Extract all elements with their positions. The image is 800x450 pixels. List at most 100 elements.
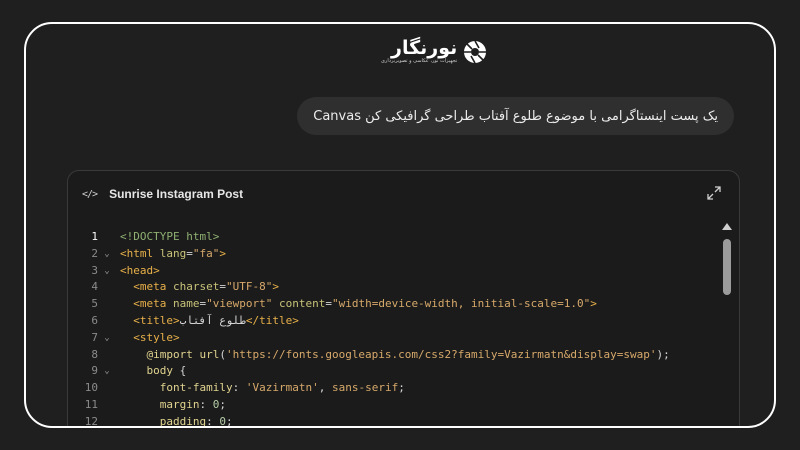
code-line[interactable]: 4 <meta charset="UTF-8"> — [68, 279, 709, 296]
line-number: 10 — [84, 381, 98, 395]
camera-aperture-icon — [464, 40, 487, 63]
code-line[interactable]: 1 <!DOCTYPE html> — [68, 229, 709, 246]
code-token: "fa" — [192, 246, 220, 260]
code-line[interactable]: 6 <title>طلوع آفتاب</title> — [68, 313, 709, 330]
line-number: 1 — [91, 230, 98, 243]
code-text: body { — [116, 363, 187, 380]
code-token: content — [278, 297, 326, 311]
expand-icon[interactable] — [707, 186, 721, 200]
code-token: { — [173, 364, 187, 378]
code-line[interactable]: 5 <meta name="viewport" content="width=d… — [68, 296, 709, 313]
line-number: 8 — [91, 347, 98, 361]
scroll-up-arrow-icon[interactable] — [722, 223, 732, 230]
code-text: <meta charset="UTF-8"> — [116, 279, 279, 296]
code-text: <title>طلوع آفتاب</title> — [116, 313, 299, 330]
code-token: > — [590, 297, 597, 311]
code-token: : — [199, 397, 213, 411]
code-line[interactable]: 2 ⌄ <html lang="fa"> — [68, 246, 709, 263]
code-text: font-family: 'Vazirmatn', sans-serif; — [116, 380, 405, 397]
code-line[interactable]: 8 @import url('https://fonts.googleapis.… — [68, 347, 709, 364]
code-token: 0 — [219, 414, 226, 428]
brand-tagline: تجهیزات نور، عکاسی و تصویربرداری — [381, 58, 458, 64]
code-token: padding — [159, 414, 207, 428]
line-number: 4 — [91, 280, 98, 294]
code-token: "UTF-8" — [225, 280, 273, 294]
code-text: padding: 0; — [116, 414, 233, 428]
line-number: 2 — [91, 246, 98, 260]
code-text: <html lang="fa"> — [116, 246, 226, 263]
code-line[interactable]: 7 ⌄ <style> — [68, 330, 709, 347]
code-token: margin — [159, 397, 200, 411]
fold-chevron-icon[interactable]: ⌄ — [98, 363, 116, 380]
code-token: <meta — [133, 280, 173, 294]
fold-chevron-icon[interactable]: ⌄ — [98, 330, 116, 347]
code-text: <!DOCTYPE html> — [116, 229, 219, 246]
scrollbar[interactable] — [721, 223, 733, 426]
line-number: 7 — [91, 330, 98, 344]
code-token: url — [199, 347, 220, 361]
code-token: طلوع آفتاب — [179, 313, 246, 327]
code-token: 'https://fonts.googleapis.com/css2?famil… — [225, 347, 657, 361]
code-line[interactable]: 12 padding: 0; — [68, 414, 709, 428]
code-icon: </> — [82, 188, 98, 200]
code-text: <meta name="viewport" content="width=dev… — [116, 296, 597, 313]
code-token: <style> — [133, 330, 180, 344]
code-token: > — [272, 280, 279, 294]
brand-name: نورنگار — [391, 37, 458, 59]
line-number: 3 — [91, 263, 98, 277]
brand-logo: نورنگار تجهیزات نور، عکاسی و تصویربرداری — [381, 38, 487, 65]
code-token: <head> — [120, 263, 160, 277]
code-token: ; — [398, 381, 405, 395]
line-number: 12 — [84, 414, 98, 428]
code-token: : — [232, 381, 246, 395]
code-token: name — [173, 297, 200, 311]
line-number: 11 — [84, 397, 98, 411]
code-token: ; — [225, 414, 233, 428]
user-message-text: یک پست اینستاگرامی با موضوع طلوع آفتاب ط… — [313, 108, 718, 124]
code-token: , — [318, 381, 332, 395]
code-token: 'Vazirmatn' — [245, 381, 319, 395]
line-number: 5 — [91, 297, 98, 311]
code-token: "width=device-width, initial-scale=1.0" — [331, 297, 591, 311]
scroll-thumb[interactable] — [723, 239, 731, 295]
canvas-header: </> Sunrise Instagram Post — [68, 171, 739, 217]
code-token: = — [186, 246, 193, 260]
canvas-panel: </> Sunrise Instagram Post 1 <!DOCTYPE ht… — [67, 170, 740, 428]
fold-chevron-icon[interactable]: ⌄ — [98, 263, 116, 280]
code-token: <html — [120, 246, 160, 260]
code-token: charset — [173, 280, 220, 294]
fold-chevron-icon[interactable]: ⌄ — [98, 246, 116, 263]
code-token: ; — [219, 397, 226, 411]
code-line[interactable]: 11 margin: 0; — [68, 397, 709, 414]
code-editor[interactable]: 1 <!DOCTYPE html> 2 ⌄ <html lang="fa"> 3 ⌄ <hea… — [68, 229, 709, 428]
code-token: <title> — [133, 313, 180, 327]
code-text: margin: 0; — [116, 397, 226, 414]
code-line[interactable]: 3 ⌄ <head> — [68, 263, 709, 280]
app-frame: نورنگار تجهیزات نور، عکاسی و تصویربرداری… — [24, 22, 776, 428]
code-line[interactable]: 10 font-family: 'Vazirmatn', sans-serif; — [68, 380, 709, 397]
code-token: : — [206, 414, 220, 428]
code-text: <style> — [116, 330, 180, 347]
line-number: 9 — [91, 364, 98, 378]
code-token: font-family — [159, 381, 233, 395]
code-token: > — [219, 246, 226, 260]
code-line[interactable]: 9 ⌄ body { — [68, 363, 709, 380]
code-token: ( — [219, 347, 226, 361]
brand-text: نورنگار تجهیزات نور، عکاسی و تصویربرداری — [381, 38, 457, 65]
line-number: 6 — [91, 313, 98, 327]
code-token: "viewport" — [206, 297, 273, 311]
code-token: ); — [656, 347, 670, 361]
code-token: = — [325, 297, 332, 311]
code-text: <head> — [116, 263, 160, 280]
code-text: @import url('https://fonts.googleapis.co… — [116, 347, 670, 364]
user-message-bubble: یک پست اینستاگرامی با موضوع طلوع آفتاب ط… — [297, 97, 734, 135]
